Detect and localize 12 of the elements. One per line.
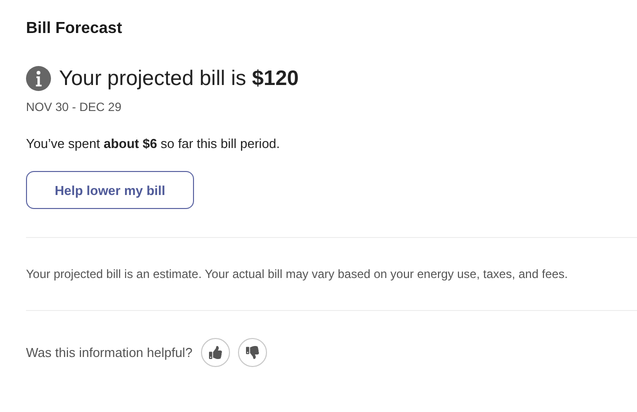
spent-text: You’ve spent about $6 so far this bill period. — [26, 136, 280, 151]
card-title: Bill Forecast — [26, 20, 122, 38]
thumbs-up-button[interactable] — [201, 338, 230, 367]
disclaimer-text: Your projected bill is an estimate. Your actual bill may vary based on your energy use, taxes, and fees. — [26, 266, 568, 283]
thumbs-up-icon — [209, 346, 222, 359]
thumbs-down-icon — [246, 346, 260, 359]
thumbs-down-button[interactable] — [238, 338, 268, 367]
feedback-question: Was this information helpful? — [26, 345, 192, 360]
info-icon — [26, 66, 51, 91]
bill-period: NOV 30 - DEC 29 — [26, 100, 122, 114]
help-lower-bill-button[interactable]: Help lower my bill — [26, 171, 194, 209]
projected-bill-headline: Your projected bill is $120 — [59, 66, 299, 90]
